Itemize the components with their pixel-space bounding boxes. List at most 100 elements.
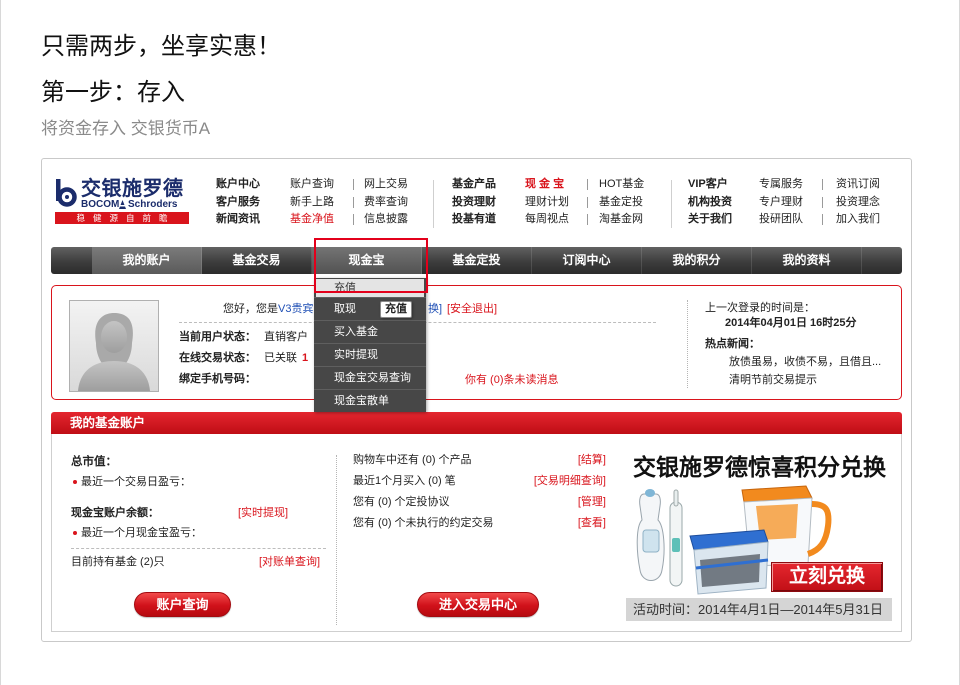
logo-chinese-name[interactable]: 交银施罗德 [81, 178, 184, 200]
fund-row-text: 您有 (0) 个未执行的约定交易 [353, 517, 494, 529]
top-links-col-3: 网上交易 费率查询 信息披露 [364, 176, 408, 229]
top-links-col-4: 基金产品 投资理财 投基有道 [452, 176, 496, 229]
nav-subscription-center[interactable]: 订阅中心 [532, 247, 642, 274]
dropdown-item-buy-fund[interactable]: 买入基金 [314, 320, 426, 343]
nasal-aspirator-icon [636, 489, 665, 581]
page: 只需两步，坐享实惠！ 第一步：存入 将资金存入 交银货币A 交银施罗德 BOCO… [0, 0, 960, 685]
top-link-news[interactable]: 新闻资讯 [216, 211, 260, 229]
top-link-fund-nav[interactable]: 基金净值 [290, 211, 334, 229]
trade-detail-link[interactable]: [交易明细查询] [481, 475, 606, 488]
top-link-account-center[interactable]: 账户中心 [216, 176, 260, 194]
nav-fund-trading[interactable]: 基金交易 [202, 247, 312, 274]
switch-link[interactable]: 换] [428, 303, 442, 316]
instant-withdraw-link[interactable]: [实时提现] [238, 507, 288, 520]
status-extra: 1 [302, 352, 309, 364]
greeting-text: 您好，您是 [223, 303, 278, 315]
status-value: 已关联 [264, 352, 297, 364]
statement-query-link[interactable]: [对账单查询] [259, 556, 320, 569]
top-link-news-subscribe[interactable]: 资讯订阅 [836, 176, 880, 194]
settle-link[interactable]: [结算] [353, 454, 606, 467]
top-link-fund-mall[interactable]: 淘基金网 [599, 211, 644, 229]
top-link-fund-products[interactable]: 基金产品 [452, 176, 496, 194]
top-links-separator [587, 179, 588, 232]
top-link-hot-funds[interactable]: HOT基金 [599, 176, 644, 194]
divider [71, 548, 326, 549]
cash-month-pl-label: 最近一个月现金宝盈亏： [81, 527, 202, 539]
nav-my-points[interactable]: 我的积分 [642, 247, 752, 274]
top-link-xianjinbao[interactable]: 现 金 宝 [525, 176, 569, 194]
top-links-col-8: 专属服务 专户理财 投研团队 [759, 176, 803, 229]
top-link-wealth-plan[interactable]: 理财计划 [525, 194, 569, 212]
last-login-label: 上一次登录的时间是： [705, 302, 815, 314]
divider [687, 300, 688, 388]
food-container-icon [689, 529, 769, 595]
top-link-customer-service[interactable]: 客户服务 [216, 194, 260, 212]
top-link-beginner-guide[interactable]: 新手上路 [290, 194, 334, 212]
nav-fund-sip[interactable]: 基金定投 [422, 247, 532, 274]
status-label: 绑定手机号码： [179, 373, 256, 385]
top-link-investment[interactable]: 投资理财 [452, 194, 496, 212]
logo-bocom-text: BOCOM [81, 199, 120, 210]
recharge-tooltip[interactable]: 充值 [380, 301, 412, 318]
news-item[interactable]: 清明节前交易提示 [729, 374, 817, 387]
view-scheduled-link[interactable]: [查看] [521, 517, 606, 530]
top-links-divider [671, 180, 672, 228]
top-links-col-1: 账户中心 客户服务 新闻资讯 [216, 176, 260, 229]
intro-headline: 只需两步，坐享实惠！ [41, 33, 281, 60]
thermometer-icon [669, 489, 683, 587]
bullet-icon [73, 480, 77, 484]
total-value-label: 总市值： [71, 456, 117, 468]
top-links-col-7: VIP客户 机构投资 关于我们 [688, 176, 732, 229]
top-links-col-9: 资讯订阅 投资理念 加入我们 [836, 176, 880, 229]
logo-slogan: 稳健源自前瞻 [55, 212, 189, 224]
news-item[interactable]: 放债虽易，收债不易，且借且... [729, 356, 881, 369]
dropdown-item-bulk-order[interactable]: 现金宝散单 [314, 389, 426, 412]
fund-row-text: 最近1个月买入 (0) 笔 [353, 475, 456, 487]
top-link-account-query[interactable]: 账户查询 [290, 176, 334, 194]
top-link-weekly-view[interactable]: 每周视点 [525, 211, 569, 229]
top-links-separator [353, 179, 354, 232]
status-label: 当前用户状态： [179, 331, 256, 343]
dropdown-item-trade-query[interactable]: 现金宝交易查询 [314, 366, 426, 389]
logout-link[interactable]: [安全退出] [447, 303, 497, 316]
top-link-online-trading[interactable]: 网上交易 [364, 176, 408, 194]
unread-messages-link[interactable]: 你有 (0)条未读消息 [465, 374, 559, 387]
vip-level-link[interactable]: V3贵宾 [278, 303, 313, 316]
promo-title: 交银施罗德惊喜积分兑换 [633, 454, 886, 480]
top-link-fund-tips[interactable]: 投基有道 [452, 211, 496, 229]
top-link-disclosure[interactable]: 信息披露 [364, 211, 408, 229]
bocom-logo-icon[interactable] [54, 179, 78, 209]
status-label: 在线交易状态： [179, 352, 256, 364]
nav-my-account[interactable]: 我的账户 [92, 247, 202, 274]
top-link-vip-clients[interactable]: VIP客户 [688, 176, 732, 194]
nav-my-profile[interactable]: 我的资料 [752, 247, 862, 274]
last-login-time: 2014年04月01日 16时25分 [725, 317, 857, 329]
holding-count: 目前持有基金 (2)只 [71, 556, 165, 568]
logo-schroders-text: Schroders [128, 199, 178, 210]
last-day-pl-label: 最近一个交易日盈亏： [81, 476, 191, 488]
top-links-col-2: 账户查询 新手上路 基金净值 [290, 176, 334, 229]
avatar [69, 300, 159, 392]
top-link-research-team[interactable]: 投研团队 [759, 211, 803, 229]
top-link-investment-philosophy[interactable]: 投资理念 [836, 194, 880, 212]
dropdown-item-instant-withdraw[interactable]: 实时提现 [314, 343, 426, 366]
top-link-fee-query[interactable]: 费率查询 [364, 194, 408, 212]
redeem-now-button[interactable]: 立刻兑换 [771, 562, 883, 592]
top-link-segregated-account[interactable]: 专户理财 [759, 194, 803, 212]
main-nav: 我的账户 基金交易 现金宝 基金定投 订阅中心 我的积分 我的资料 [51, 247, 902, 274]
account-query-button[interactable]: 账户查询 [134, 592, 231, 617]
top-link-institutional[interactable]: 机构投资 [688, 194, 732, 212]
fund-row-text: 您有 (0) 个定投协议 [353, 496, 450, 508]
top-link-careers[interactable]: 加入我们 [836, 211, 880, 229]
manage-sip-link[interactable]: [管理] [481, 496, 606, 509]
top-links-divider [433, 180, 434, 228]
divider [336, 455, 337, 625]
highlight-box [314, 238, 428, 293]
top-link-about-us[interactable]: 关于我们 [688, 211, 732, 229]
cash-balance-label: 现金宝账户余额： [71, 507, 159, 519]
top-link-exclusive-service[interactable]: 专属服务 [759, 176, 803, 194]
top-links-col-6: HOT基金 基金定投 淘基金网 [599, 176, 644, 229]
enter-trade-center-button[interactable]: 进入交易中心 [417, 592, 539, 617]
top-link-fund-sip[interactable]: 基金定投 [599, 194, 644, 212]
fund-account-header: 我的基金账户 [51, 412, 902, 434]
